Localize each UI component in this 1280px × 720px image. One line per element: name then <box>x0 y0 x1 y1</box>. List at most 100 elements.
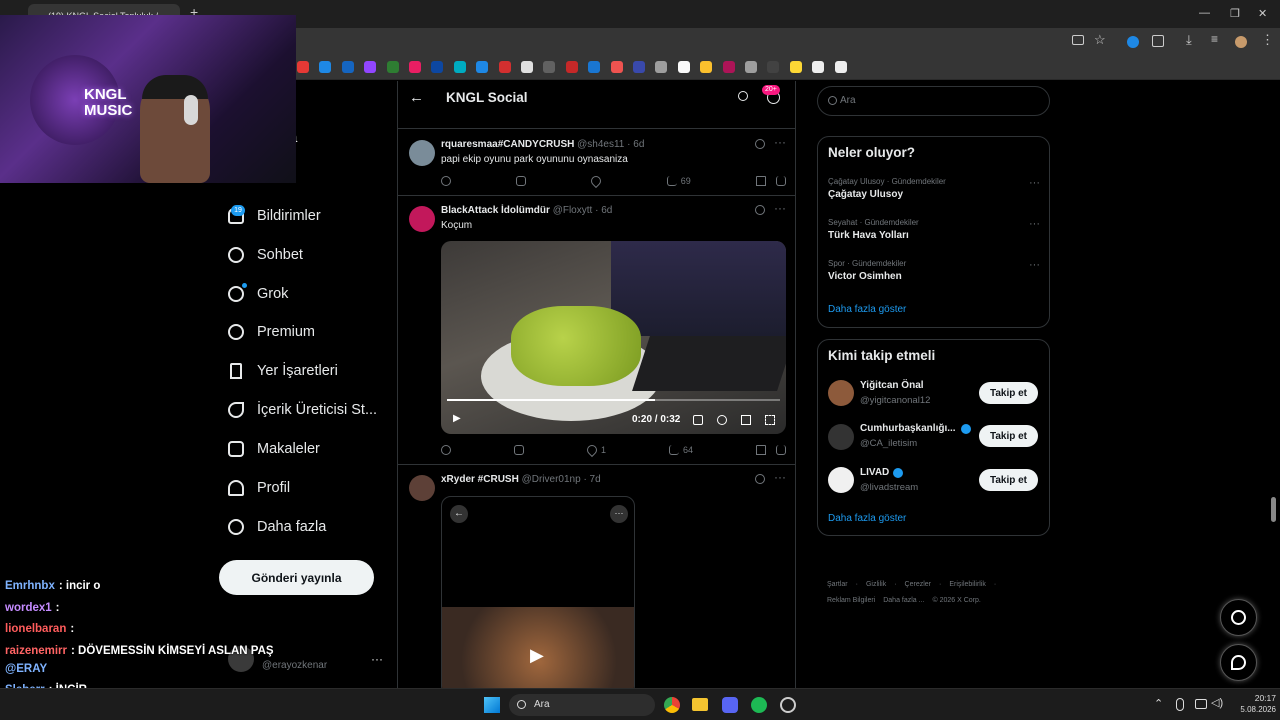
tray-chevron-icon[interactable]: ⌃ <box>1154 697 1163 710</box>
bookmark-favicon-icon[interactable] <box>633 61 645 73</box>
bookmark-favicon-icon[interactable] <box>364 61 377 73</box>
bookmark-favicon-icon[interactable] <box>767 61 780 73</box>
trend-more-icon[interactable]: ··· <box>1029 177 1040 189</box>
video-player[interactable]: ▶ 0:20 / 0:32 <box>441 241 786 434</box>
bookmark-favicon-icon[interactable] <box>610 61 623 73</box>
bookmark-favicon-icon[interactable] <box>386 61 399 73</box>
footer-link[interactable]: Şartlar <box>827 577 848 593</box>
views-button[interactable]: 69 <box>666 176 691 186</box>
bookmark-favicon-icon[interactable] <box>409 61 421 73</box>
like-button[interactable]: 1 <box>584 442 606 458</box>
minimize-icon[interactable]: — <box>1199 7 1210 19</box>
bookmark-favicon-icon[interactable] <box>655 61 668 73</box>
start-icon[interactable] <box>484 697 500 713</box>
bookmark-icon[interactable] <box>755 445 766 455</box>
footer-link[interactable]: Reklam Bilgileri <box>827 593 875 609</box>
nav-articles[interactable]: Makaleler <box>228 436 320 462</box>
settings-gear-icon[interactable] <box>717 415 727 425</box>
discord-icon[interactable] <box>722 697 738 713</box>
suggested-name[interactable]: LIVAD <box>860 467 889 478</box>
suggested-name[interactable]: Yiğitcan Önal <box>860 380 924 391</box>
user-avatar[interactable] <box>409 206 435 232</box>
account-menu-icon[interactable]: ··· <box>371 652 383 666</box>
extension-icon[interactable] <box>1127 36 1139 48</box>
suggested-avatar[interactable] <box>828 380 854 406</box>
nav-bookmarks[interactable]: Yer İşaretleri <box>228 358 338 384</box>
search-icon[interactable] <box>738 91 748 101</box>
star-icon[interactable]: ☆ <box>1094 32 1106 48</box>
fullscreen-icon[interactable] <box>765 415 775 425</box>
grok-explain-icon[interactable] <box>755 205 765 215</box>
bookmark-favicon-icon[interactable] <box>565 61 578 73</box>
tweet[interactable]: BlackAttack İdolümdür @Floxytt · 6d ··· … <box>398 196 795 465</box>
trends-show-more[interactable]: Daha fazla göster <box>828 304 906 315</box>
maximize-icon[interactable]: ❐ <box>1230 7 1240 20</box>
like-button[interactable] <box>589 173 604 189</box>
bookmark-favicon-icon[interactable] <box>297 61 309 73</box>
follow-button[interactable]: Takip et <box>979 469 1038 491</box>
embedded-video[interactable]: ← ··· ▶ <box>441 496 635 688</box>
footer-link[interactable]: Daha fazla ... <box>883 593 924 609</box>
retweet-button[interactable] <box>513 445 524 455</box>
user-avatar[interactable] <box>409 140 435 166</box>
suggested-name[interactable]: Cumhurbaşkanlığı... <box>860 423 956 434</box>
follow-button[interactable]: Takip et <box>979 425 1038 447</box>
taskbar-search[interactable]: Ara <box>509 694 655 716</box>
bookmark-favicon-icon[interactable] <box>341 61 354 73</box>
footer-link[interactable]: Çerezler <box>905 577 931 593</box>
menu-dots-icon[interactable]: ⋮ <box>1261 32 1274 48</box>
follow-button[interactable]: Takip et <box>979 382 1038 404</box>
grok-explain-icon[interactable] <box>755 139 765 149</box>
tweet-author[interactable]: BlackAttack İdolümdür @Floxytt · 6d <box>441 205 612 216</box>
bookmark-favicon-icon[interactable] <box>453 61 466 73</box>
tweet-author[interactable]: rquaresmaa#CANDYCRUSH @sh4es11 · 6d <box>441 139 644 150</box>
file-explorer-icon[interactable] <box>692 698 708 711</box>
media-control-icon[interactable]: ≡ <box>1211 32 1218 46</box>
grok-explain-icon[interactable] <box>755 474 765 484</box>
bookmark-favicon-icon[interactable] <box>722 61 735 73</box>
search-box[interactable]: Ara <box>817 86 1050 116</box>
bookmark-favicon-icon[interactable] <box>677 61 690 73</box>
bookmark-favicon-icon[interactable] <box>700 61 713 73</box>
extensions-puzzle-icon[interactable] <box>1152 35 1164 47</box>
close-window-icon[interactable]: ✕ <box>1258 7 1267 20</box>
trend-item[interactable]: Spor · Gündemdekiler Victor Osimhen ··· <box>828 259 1040 282</box>
trend-more-icon[interactable]: ··· <box>1029 259 1040 271</box>
nav-creator-studio[interactable]: İçerik Üreticisi St... <box>228 397 377 423</box>
tweet-more-icon[interactable]: ··· <box>774 470 786 484</box>
trend-item[interactable]: Seyahat · Gündemdekiler Türk Hava Yollar… <box>828 218 1040 241</box>
play-icon[interactable]: ▶ <box>453 413 461 424</box>
bookmark-favicon-icon[interactable] <box>745 61 757 73</box>
bookmark-favicon-icon[interactable] <box>812 61 825 73</box>
suggested-avatar[interactable] <box>828 467 854 493</box>
chrome-icon[interactable] <box>664 697 680 713</box>
tweet-more-icon[interactable]: ··· <box>774 135 786 149</box>
download-icon[interactable]: ⤓ <box>1186 32 1192 48</box>
page-scrollbar[interactable] <box>1271 497 1276 522</box>
suggested-avatar[interactable] <box>828 424 854 450</box>
views-button[interactable]: 64 <box>668 445 693 455</box>
more-icon[interactable]: ··· <box>610 505 628 523</box>
grok-fab[interactable] <box>1220 599 1257 636</box>
bookmark-favicon-icon[interactable] <box>521 61 533 73</box>
network-icon[interactable] <box>1195 699 1207 709</box>
trend-item[interactable]: Çağatay Ulusoy · Gündemdekiler Çağatay U… <box>828 177 1040 200</box>
bookmark-favicon-icon[interactable] <box>543 61 556 73</box>
bookmark-favicon-icon[interactable] <box>431 61 444 73</box>
video-progress-track[interactable] <box>447 399 780 401</box>
bookmark-favicon-icon[interactable] <box>476 61 489 73</box>
reply-button[interactable] <box>441 176 451 186</box>
reply-button[interactable] <box>441 445 451 455</box>
post-button[interactable]: Gönderi yayınla <box>219 560 374 595</box>
spotify-icon[interactable] <box>751 697 767 713</box>
volume-icon[interactable] <box>693 415 703 425</box>
nav-more[interactable]: Daha fazla <box>228 514 326 540</box>
play-icon[interactable]: ▶ <box>530 645 544 666</box>
share-icon[interactable] <box>775 176 786 186</box>
share-icon[interactable] <box>775 445 786 455</box>
tweet-author[interactable]: xRyder #CRUSH @Driver01np · 7d <box>441 474 601 485</box>
footer-link[interactable]: Gizlilik <box>866 577 886 593</box>
nav-premium[interactable]: Premium <box>228 319 315 345</box>
retweet-button[interactable] <box>516 176 527 186</box>
install-app-icon[interactable] <box>1072 35 1084 45</box>
